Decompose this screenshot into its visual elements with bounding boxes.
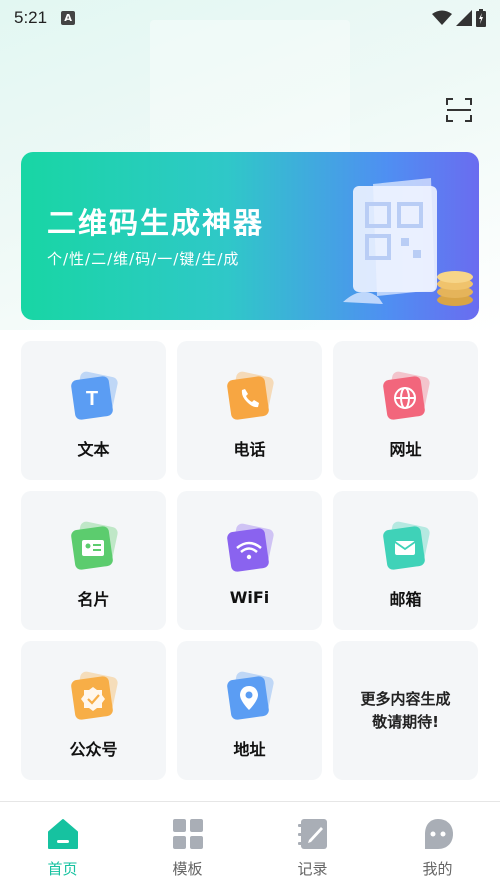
- tab-label: 记录: [297, 860, 328, 878]
- wifi-icon: [221, 518, 279, 576]
- tile-label: 公众号: [69, 739, 118, 759]
- wifi-signal-icon: [432, 10, 452, 25]
- tab-home[interactable]: 首页: [0, 802, 125, 888]
- scan-button[interactable]: [444, 96, 474, 124]
- text-icon: T: [65, 366, 123, 424]
- phone-icon: [221, 366, 279, 424]
- cell-signal-icon: [456, 10, 472, 26]
- svg-text:T: T: [85, 388, 97, 410]
- tile-label: 邮箱: [389, 589, 422, 609]
- qr-code-illustration: [343, 178, 473, 306]
- tile-label: 地址: [233, 739, 266, 759]
- coming-soon-text: 更多内容生成 敬请期待!: [360, 688, 450, 734]
- grid-icon: [172, 819, 203, 849]
- tab-templates[interactable]: 模板: [125, 802, 250, 888]
- coming-soon-line1: 更多内容生成: [360, 689, 451, 708]
- profile-icon: [424, 819, 453, 849]
- home-icon: [47, 819, 78, 849]
- tab-label: 首页: [47, 860, 78, 878]
- id-card-icon: [65, 516, 123, 574]
- battery-icon: [476, 9, 486, 27]
- tab-label: 我的: [422, 860, 453, 878]
- status-bar: 5:21 A: [0, 0, 500, 36]
- tile-label: 网址: [389, 439, 422, 459]
- banner-title: 二维码生成神器: [47, 206, 265, 240]
- tile-url[interactable]: 网址: [333, 341, 478, 480]
- tile-label: 名片: [77, 589, 110, 609]
- location-pin-icon: [221, 666, 279, 724]
- tile-phone[interactable]: 电话: [177, 341, 322, 480]
- hero-banner[interactable]: 二维码生成神器 个/性/二/维/码/一/键/生/成: [21, 152, 479, 320]
- tile-label: 电话: [233, 439, 266, 459]
- tile-email[interactable]: 邮箱: [333, 491, 478, 630]
- globe-icon: [377, 366, 435, 424]
- notebook-icon: [297, 819, 327, 849]
- coming-soon-line2: 敬请期待!: [372, 712, 439, 731]
- tab-records[interactable]: 记录: [250, 802, 375, 888]
- tile-business-card[interactable]: 名片: [21, 491, 166, 630]
- mail-icon: [377, 516, 435, 574]
- tab-profile[interactable]: 我的: [375, 802, 500, 888]
- feature-grid: T 文本 电话 网址 名片 WiFi 邮箱 公众号 地址 更多内容生成 敬请期待…: [21, 341, 479, 780]
- tab-label: 模板: [172, 860, 203, 878]
- banner-subtitle: 个/性/二/维/码/一/键/生/成: [47, 250, 240, 268]
- background-decoration: [150, 20, 350, 160]
- status-time: 5:21: [14, 8, 48, 27]
- badge-icon: [65, 666, 123, 724]
- tile-label: 文本: [77, 439, 110, 459]
- tile-coming-soon: 更多内容生成 敬请期待!: [333, 641, 478, 780]
- status-icons: [432, 9, 486, 27]
- tile-label: WiFi: [229, 588, 270, 607]
- tile-wifi[interactable]: WiFi: [177, 491, 322, 630]
- tile-text[interactable]: T 文本: [21, 341, 166, 480]
- scan-icon: [446, 98, 472, 122]
- bottom-tabbar: 首页 模板 记录 我的: [0, 802, 500, 888]
- tile-address[interactable]: 地址: [177, 641, 322, 780]
- tile-official-account[interactable]: 公众号: [21, 641, 166, 780]
- notification-icon: A: [61, 11, 76, 25]
